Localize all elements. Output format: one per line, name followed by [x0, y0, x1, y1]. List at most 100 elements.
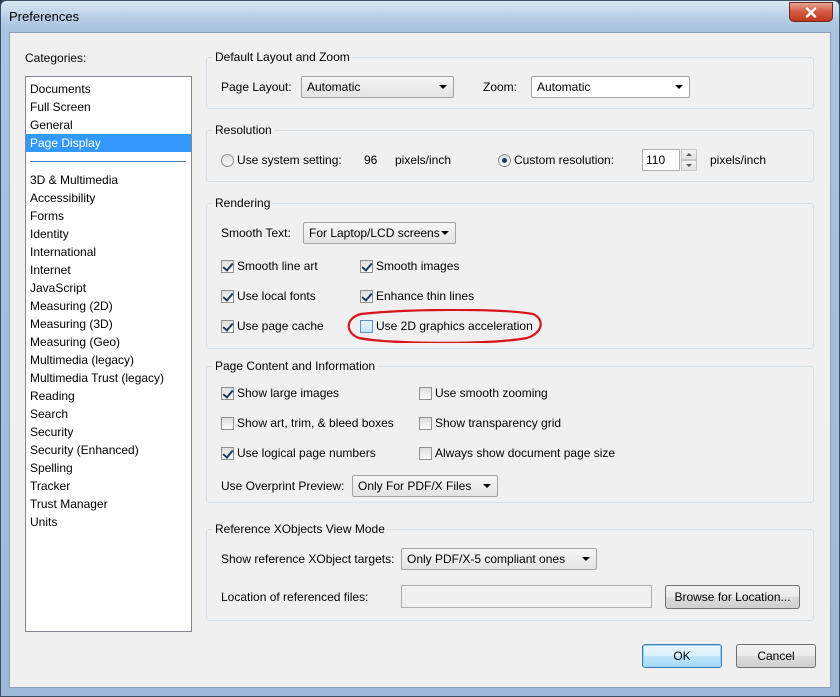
category-item[interactable]: Trust Manager	[26, 495, 191, 513]
category-item[interactable]: Search	[26, 405, 191, 423]
smooth-line-art-checkbox[interactable]	[221, 260, 234, 273]
system-dpi-value: 96	[364, 153, 378, 167]
large-images-checkbox[interactable]	[221, 387, 234, 400]
categories-group1: Documents Full Screen General Page Display	[26, 80, 191, 152]
logical-page-numbers-checkbox[interactable]	[221, 447, 234, 460]
category-item[interactable]: Page Display	[26, 134, 191, 152]
category-item[interactable]: Measuring (3D)	[26, 315, 191, 333]
xobject-targets-label: Show reference XObject targets:	[221, 552, 395, 566]
category-item[interactable]: Tracker	[26, 477, 191, 495]
category-item[interactable]: Measuring (Geo)	[26, 333, 191, 351]
rendering-title: Rendering	[213, 196, 273, 210]
category-item[interactable]: General	[26, 116, 191, 134]
layout-zoom-title: Default Layout and Zoom	[213, 50, 352, 64]
categories-list[interactable]: Documents Full Screen General Page Display …	[25, 76, 192, 632]
page-layout-label: Page Layout:	[221, 80, 292, 94]
system-setting-label[interactable]: Use system setting:	[237, 152, 342, 168]
preferences-window: Preferences Categories: Documents Full Sc…	[0, 0, 840, 697]
2d-acceleration-checkbox[interactable]	[360, 320, 373, 333]
smooth-images-checkbox[interactable]	[360, 260, 373, 273]
category-item[interactable]: Security	[26, 423, 191, 441]
category-item[interactable]: Identity	[26, 225, 191, 243]
category-item[interactable]: International	[26, 243, 191, 261]
system-setting-radio[interactable]	[221, 154, 234, 167]
overprint-label: Use Overprint Preview:	[221, 479, 345, 493]
custom-resolution-value: 110	[646, 153, 666, 167]
page-cache-label[interactable]: Use page cache	[237, 318, 324, 334]
enhance-thin-lines-checkbox[interactable]	[360, 290, 373, 303]
overprint-value: Only For PDF/X Files	[358, 479, 472, 493]
category-item[interactable]: Full Screen	[26, 98, 191, 116]
xobject-targets-value: Only PDF/X-5 compliant ones	[407, 552, 566, 566]
page-layout-select[interactable]: Automatic	[301, 76, 454, 98]
custom-resolution-input[interactable]: 110	[642, 149, 680, 171]
page-cache-checkbox[interactable]	[221, 320, 234, 333]
location-label: Location of referenced files:	[221, 590, 369, 604]
document-page-size-label[interactable]: Always show document page size	[435, 445, 615, 461]
ok-button[interactable]: OK	[642, 644, 722, 668]
spin-down-button[interactable]	[681, 160, 697, 171]
smooth-images-label[interactable]: Smooth images	[376, 258, 459, 274]
custom-resolution-radio[interactable]	[498, 154, 511, 167]
custom-resolution-label[interactable]: Custom resolution:	[514, 152, 614, 168]
zoom-select[interactable]: Automatic	[531, 76, 690, 98]
smooth-text-select[interactable]: For Laptop/LCD screens	[303, 222, 456, 244]
logical-page-numbers-label[interactable]: Use logical page numbers	[237, 445, 376, 461]
large-images-label[interactable]: Show large images	[237, 385, 339, 401]
category-item[interactable]: Spelling	[26, 459, 191, 477]
document-page-size-checkbox[interactable]	[419, 447, 432, 460]
chevron-down-icon	[675, 85, 683, 89]
cancel-button[interactable]: Cancel	[736, 644, 816, 668]
chevron-down-icon	[483, 484, 491, 488]
zoom-value: Automatic	[537, 80, 591, 94]
categories-label: Categories:	[25, 51, 87, 65]
category-item[interactable]: Security (Enhanced)	[26, 441, 191, 459]
chevron-down-icon	[686, 164, 692, 167]
smooth-zooming-checkbox[interactable]	[419, 387, 432, 400]
zoom-label: Zoom:	[483, 80, 518, 94]
chevron-down-icon	[582, 557, 590, 561]
transparency-grid-label[interactable]: Show transparency grid	[435, 415, 561, 431]
smooth-text-value: For Laptop/LCD screens	[309, 226, 440, 240]
custom-dpi-unit: pixels/inch	[710, 153, 767, 167]
categories-group2: 3D & Multimedia Accessibility Forms Identit…	[26, 171, 191, 531]
category-item[interactable]: Forms	[26, 207, 191, 225]
art-trim-bleed-checkbox[interactable]	[221, 417, 234, 430]
page-layout-value: Automatic	[307, 80, 361, 94]
category-item[interactable]: Units	[26, 513, 191, 531]
smooth-zooming-label[interactable]: Use smooth zooming	[435, 385, 548, 401]
title-bar[interactable]: Preferences	[1, 1, 839, 33]
category-item[interactable]: Documents	[26, 80, 191, 98]
xobjects-title: Reference XObjects View Mode	[213, 522, 387, 536]
resolution-title: Resolution	[213, 123, 274, 137]
chevron-down-icon	[439, 85, 447, 89]
category-item[interactable]: Multimedia Trust (legacy)	[26, 369, 191, 387]
smooth-line-art-label[interactable]: Smooth line art	[237, 258, 318, 274]
close-icon	[805, 6, 817, 18]
overprint-select[interactable]: Only For PDF/X Files	[352, 475, 498, 497]
category-item[interactable]: Multimedia (legacy)	[26, 351, 191, 369]
2d-acceleration-label[interactable]: Use 2D graphics acceleration	[376, 318, 533, 334]
category-item[interactable]: JavaScript	[26, 279, 191, 297]
browse-location-button[interactable]: Browse for Location...	[665, 585, 800, 609]
category-item[interactable]: 3D & Multimedia	[26, 171, 191, 189]
category-item[interactable]: Measuring (2D)	[26, 297, 191, 315]
category-item[interactable]: Accessibility	[26, 189, 191, 207]
location-input[interactable]	[401, 585, 652, 608]
transparency-grid-checkbox[interactable]	[419, 417, 432, 430]
category-item[interactable]: Internet	[26, 261, 191, 279]
xobject-targets-select[interactable]: Only PDF/X-5 compliant ones	[401, 548, 597, 570]
categories-separator	[30, 161, 186, 162]
system-dpi-unit: pixels/inch	[395, 153, 452, 167]
art-trim-bleed-label[interactable]: Show art, trim, & bleed boxes	[237, 415, 394, 431]
spin-up-button[interactable]	[681, 149, 697, 160]
resolution-spinner[interactable]	[681, 149, 697, 171]
category-item[interactable]: Reading	[26, 387, 191, 405]
local-fonts-checkbox[interactable]	[221, 290, 234, 303]
chevron-up-icon	[686, 153, 692, 156]
local-fonts-label[interactable]: Use local fonts	[237, 288, 316, 304]
chevron-down-icon	[441, 231, 449, 235]
smooth-text-label: Smooth Text:	[221, 226, 291, 240]
enhance-thin-lines-label[interactable]: Enhance thin lines	[376, 288, 474, 304]
close-button[interactable]	[789, 2, 833, 22]
